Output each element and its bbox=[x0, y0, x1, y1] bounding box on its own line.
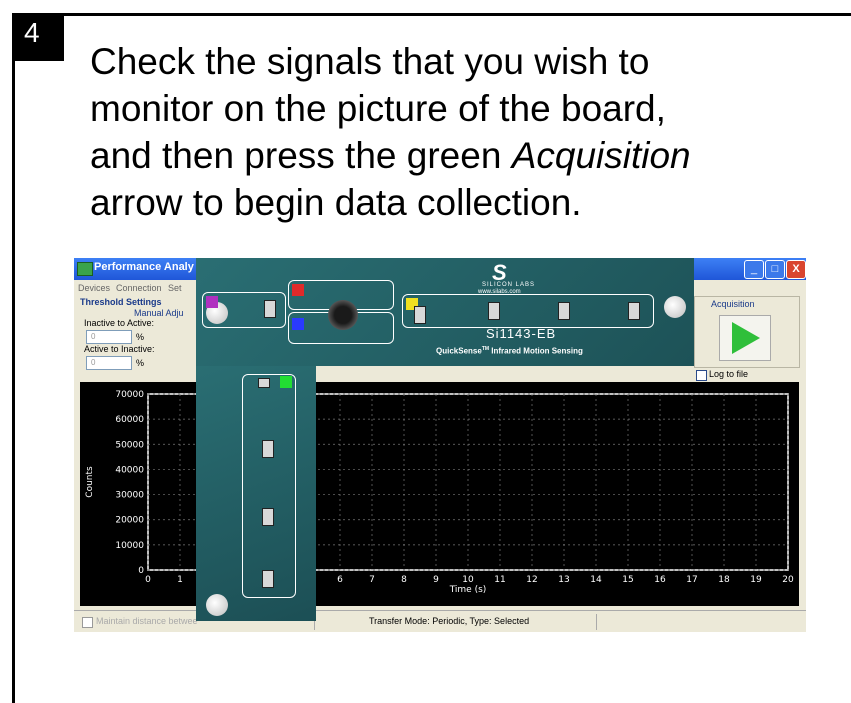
signal-checkbox-red[interactable] bbox=[292, 284, 304, 296]
board-model: Si1143-EB bbox=[486, 326, 557, 341]
manual-adjust-label: Manual Adju bbox=[134, 308, 184, 318]
x-tick-label: 19 bbox=[750, 575, 762, 585]
plot-svg: 0 1 6 7 8 9 10 11 12 13 14 15 16 17 18 19 20010000200003… bbox=[85, 390, 794, 595]
sensor-pad bbox=[628, 302, 640, 320]
active-to-inactive-unit: % bbox=[136, 358, 145, 368]
maximize-button[interactable]: □ bbox=[765, 260, 785, 279]
x-tick-label: 13 bbox=[558, 575, 569, 585]
instruction-line-3: and then press the green bbox=[90, 135, 512, 176]
y-axis-label: Counts bbox=[85, 466, 95, 498]
board-picture-left bbox=[196, 366, 316, 621]
play-arrow-icon bbox=[732, 322, 760, 354]
board-brand-name: QuickSense bbox=[436, 346, 482, 356]
instruction-text: Check the signals that you wish to monit… bbox=[90, 38, 830, 226]
threshold-settings-label: Threshold Settings bbox=[80, 297, 162, 307]
menu-settings[interactable]: Set bbox=[168, 283, 182, 293]
x-tick-label: 14 bbox=[590, 575, 602, 585]
ir-lens bbox=[328, 300, 358, 330]
y-tick-label: 30000 bbox=[115, 491, 144, 501]
sensor-pad bbox=[258, 378, 270, 388]
x-axis-label: Time (s) bbox=[449, 585, 487, 595]
acquisition-emphasis: Acquisition bbox=[511, 135, 691, 176]
active-to-inactive-label: Active to Inactive: bbox=[84, 344, 155, 354]
sensor-pad bbox=[414, 306, 426, 324]
log-to-file-label: Log to file bbox=[709, 369, 749, 379]
menu-devices[interactable]: Devices bbox=[78, 283, 110, 293]
signal-checkbox-blue[interactable] bbox=[292, 318, 304, 330]
sensor-pad bbox=[262, 440, 274, 458]
x-tick-label: 16 bbox=[654, 575, 666, 585]
minimize-button[interactable]: _ bbox=[744, 260, 764, 279]
y-tick-label: 10000 bbox=[115, 541, 144, 551]
x-tick-label: 9 bbox=[433, 575, 439, 585]
y-tick-label: 20000 bbox=[115, 516, 144, 526]
x-tick-label: 1 bbox=[177, 575, 183, 585]
y-tick-label: 50000 bbox=[115, 440, 144, 450]
y-tick-label: 70000 bbox=[115, 390, 144, 400]
x-tick-label: 18 bbox=[718, 575, 730, 585]
signal-box-right bbox=[402, 294, 654, 328]
x-tick-label: 0 bbox=[145, 575, 151, 585]
board-knob-right bbox=[664, 296, 686, 318]
sensor-pad bbox=[262, 570, 274, 588]
signal-box-vertical bbox=[242, 374, 296, 598]
instruction-line-2: monitor on the picture of the board, bbox=[90, 88, 666, 129]
maintain-distance-label: Maintain distance betwee bbox=[96, 616, 198, 626]
y-tick-label: 0 bbox=[138, 566, 144, 576]
acquisition-group: Acquisition bbox=[694, 296, 800, 368]
board-logo-url: www.silabs.com bbox=[478, 289, 521, 295]
status-bar: Maintain distance betwee Transfer Mode: … bbox=[74, 610, 806, 632]
sensor-pad bbox=[488, 302, 500, 320]
board-subtitle: Infrared Motion Sensing bbox=[491, 346, 583, 356]
board-knob-bottom bbox=[206, 594, 228, 616]
menu-connection[interactable]: Connection bbox=[116, 283, 162, 293]
window-title: Performance Analy bbox=[94, 261, 194, 273]
status-divider bbox=[596, 614, 597, 630]
board-tm: TM bbox=[481, 346, 490, 352]
step-number-badge: 4 bbox=[12, 13, 64, 61]
x-tick-label: 17 bbox=[686, 575, 697, 585]
sensor-pad bbox=[262, 508, 274, 526]
board-picture-top: S SILICON LABS www.silabs.com Si1143-EB … bbox=[196, 258, 694, 366]
inactive-to-active-unit: % bbox=[136, 332, 145, 342]
x-tick-label: 6 bbox=[337, 575, 343, 585]
frame-top-border bbox=[12, 13, 851, 16]
board-brand: QuickSenseTM Infrared Motion Sensing bbox=[436, 346, 583, 356]
x-tick-label: 10 bbox=[462, 575, 474, 585]
acquisition-start-button[interactable] bbox=[719, 315, 771, 361]
close-button[interactable]: X bbox=[786, 260, 806, 279]
instruction-line-1: Check the signals that you wish to bbox=[90, 41, 650, 82]
transfer-mode-text: Transfer Mode: Periodic, Type: Selected bbox=[369, 616, 530, 626]
board-logo-text: SILICON LABS bbox=[482, 282, 536, 288]
log-to-file-checkbox[interactable] bbox=[696, 370, 707, 381]
inactive-to-active-label: Inactive to Active: bbox=[84, 318, 155, 328]
sensor-pad bbox=[558, 302, 570, 320]
x-tick-label: 15 bbox=[622, 575, 633, 585]
active-to-inactive-input[interactable]: 0 bbox=[86, 356, 132, 370]
inactive-to-active-input[interactable]: 0 bbox=[86, 330, 132, 344]
x-tick-label: 11 bbox=[494, 575, 505, 585]
signal-checkbox-green[interactable] bbox=[280, 376, 292, 388]
counts-plot: 0 1 6 7 8 9 10 11 12 13 14 15 16 17 18 19 20 0 10000 20000 3… bbox=[80, 382, 799, 606]
acquisition-label: Acquisition bbox=[711, 299, 755, 309]
maintain-distance-checkbox[interactable] bbox=[82, 617, 93, 628]
signal-checkbox-purple[interactable] bbox=[206, 296, 218, 308]
instruction-line-4: arrow to begin data collection. bbox=[90, 182, 582, 223]
y-tick-label: 60000 bbox=[115, 415, 144, 425]
x-tick-label: 8 bbox=[401, 575, 407, 585]
x-tick-label: 20 bbox=[782, 575, 794, 585]
y-tick-label: 40000 bbox=[115, 465, 144, 475]
app-icon bbox=[77, 262, 93, 276]
sensor-pad bbox=[264, 300, 276, 318]
x-tick-label: 7 bbox=[369, 575, 375, 585]
frame-left-border bbox=[12, 13, 15, 703]
x-tick-label: 12 bbox=[526, 575, 537, 585]
threshold-settings-group: Threshold Settings Manual Adju Inactive … bbox=[80, 296, 200, 374]
